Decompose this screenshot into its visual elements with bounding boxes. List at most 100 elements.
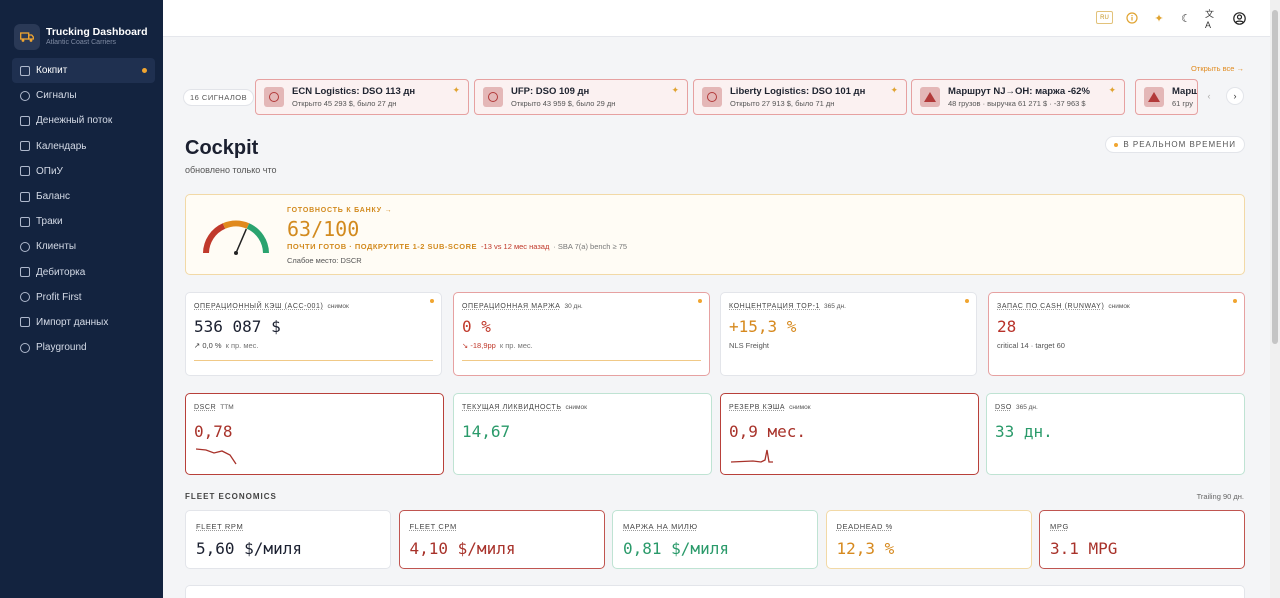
sidebar-item-balance[interactable]: Баланс (0, 184, 163, 209)
fleet-metric-label[interactable]: FLEET CPM (410, 522, 457, 531)
kpi-label[interactable]: ОПЕРАЦИОННАЯ МАРЖА 30 дн. (462, 303, 583, 310)
sparkle-icon[interactable]: ✦ (452, 85, 460, 96)
fleet-trailing-period: Trailing 90 дн. (1196, 492, 1244, 501)
bank-readiness-label[interactable]: ГОТОВНОСТЬ К БАНКУ → (287, 207, 392, 214)
activity-icon (20, 115, 30, 126)
kpi-tag: TTM (220, 404, 234, 411)
sidebar-item-cockpit[interactable]: Кокпит (12, 58, 155, 84)
fleet-metric-card[interactable]: DEADHEAD % 12,3 % (825, 510, 1032, 569)
topbar: RU ✦ ☾ 文A (163, 0, 1270, 37)
sidebar-item-pnl[interactable]: ОПиУ (0, 159, 163, 184)
sidebar-item-calendar[interactable]: Календарь (0, 134, 163, 159)
sidebar: Trucking Dashboard Atlantic Coast Carrie… (0, 0, 163, 598)
kpi-sparkline (196, 448, 237, 465)
kpi-label[interactable]: DSO 365 дн. (995, 404, 1038, 411)
sidebar-item-trucks[interactable]: Траки (0, 209, 163, 234)
kpi-label[interactable]: ТЕКУЩАЯ ЛИКВИДНОСТЬ снимок (462, 404, 587, 411)
brand[interactable]: Trucking Dashboard Atlantic Coast Carrie… (0, 0, 163, 58)
kpi-card[interactable]: ЗАПАС ПО CASH (RUNWAY) снимок 28 critical 1… (988, 292, 1245, 376)
scrollbar[interactable] (1270, 0, 1280, 598)
sparkle-icon[interactable]: ✦ (890, 85, 898, 96)
kpi-card[interactable]: DSCR TTM 0,78 (185, 393, 444, 475)
document-icon (20, 166, 30, 177)
main-content: Открыть все → 16 СИГНАЛОВ ECN Logistics:… (163, 37, 1270, 598)
kpi-label[interactable]: ОПЕРАЦИОННЫЙ КЭШ (ACC-001) снимок (194, 303, 349, 310)
truck-icon (14, 23, 40, 50)
kpi-label[interactable]: DSCR TTM (194, 404, 234, 411)
kpi-tag: снимок (789, 404, 811, 411)
fleet-metric-card[interactable]: FLEET CPM 4,10 $/миля (398, 510, 605, 569)
scrollbar-thumb[interactable] (1272, 10, 1278, 344)
sidebar-item-clients[interactable]: Клиенты (0, 234, 163, 259)
bank-readiness-card[interactable]: ГОТОВНОСТЬ К БАНКУ → 63/100 ПОЧТИ ГОТОВ … (185, 194, 1245, 275)
info-icon[interactable] (1125, 11, 1139, 25)
carousel-next-button[interactable]: › (1226, 87, 1244, 105)
kpi-sparkline (194, 360, 433, 361)
sidebar-item-cashflow[interactable]: Денежный поток (0, 108, 163, 133)
kpi-value: 33 дн. (995, 422, 1053, 441)
moon-icon[interactable]: ☾ (1179, 11, 1193, 25)
kpi-value: 536 087 $ (194, 317, 281, 336)
fleet-metric-value: 4,10 $/миля (409, 539, 516, 558)
signals-count-badge: 16 СИГНАЛОВ (183, 89, 255, 106)
kpi-card[interactable]: ОПЕРАЦИОННЫЙ КЭШ (ACC-001) снимок 536 087 … (185, 292, 442, 376)
fleet-metric-label[interactable]: MPG (1050, 522, 1069, 531)
fleet-metric-label[interactable]: МАРЖА НА МИЛЮ (623, 522, 698, 531)
signal-card[interactable]: Маршрут NJ→OH: маржа -62% 48 грузов · выр… (911, 79, 1125, 115)
sidebar-item-label: Баланс (36, 191, 71, 203)
realtime-badge: В РЕАЛЬНОМ ВРЕМЕНИ (1105, 136, 1245, 153)
signal-subtitle: Открыто 45 293 $, было 27 дн (292, 99, 397, 108)
kpi-card[interactable]: ОПЕРАЦИОННАЯ МАРЖА 30 дн. 0 % ↘ -18,9pp к пр… (453, 292, 710, 376)
kpi-card[interactable]: ТЕКУЩАЯ ЛИКВИДНОСТЬ снимок 14,67 (453, 393, 712, 475)
kpi-label[interactable]: КОНЦЕНТРАЦИЯ TOP-1 365 дн. (729, 303, 846, 310)
fleet-metric-label[interactable]: FLEET RPM (196, 522, 243, 531)
fleet-metric-card[interactable]: FLEET RPM 5,60 $/миля (185, 510, 391, 569)
sidebar-item-label: Импорт данных (36, 316, 109, 328)
sidebar-item-playground[interactable]: Playground (0, 335, 163, 360)
sidebar-item-label: Дебиторка (36, 266, 86, 278)
signal-card[interactable]: Марш 61 гру (1135, 79, 1198, 115)
kpi-value: 0,9 мес. (729, 422, 807, 441)
signal-subtitle: 61 гру (1172, 99, 1193, 108)
kpi-card[interactable]: DSO 365 дн. 33 дн. (986, 393, 1245, 475)
sidebar-item-label: Profit First (36, 291, 82, 303)
kpi-value: 14,67 (462, 422, 511, 441)
kpi-footnote: NLS Freight (729, 341, 770, 350)
sidebar-item-profit-first[interactable]: Profit First (0, 285, 163, 310)
user-icon[interactable] (1232, 11, 1246, 25)
signal-title: Маршрут NJ→OH: маржа -62% (948, 86, 1090, 97)
kpi-card[interactable]: РЕЗЕРВ КЭША снимок 0,9 мес. (720, 393, 979, 475)
signal-subtitle: Открыто 27 913 $, было 71 дн (730, 99, 835, 108)
kpi-tag: снимок (327, 303, 349, 310)
language-badge[interactable]: RU (1096, 11, 1113, 24)
clock-icon (702, 87, 722, 107)
translate-icon[interactable]: 文A (1205, 9, 1219, 30)
signal-card[interactable]: UFP: DSO 109 дн Открыто 43 959 $, было 29… (474, 79, 688, 115)
bank-readiness-status: ПОЧТИ ГОТОВ · ПОДКРУТИТЕ 1-2 SUB-SCORE -1… (287, 242, 628, 251)
kpi-label[interactable]: ЗАПАС ПО CASH (RUNWAY) снимок (997, 303, 1130, 310)
kpi-label[interactable]: РЕЗЕРВ КЭША снимок (729, 404, 811, 411)
fleet-metric-card[interactable]: MPG 3.1 MPG (1039, 510, 1245, 569)
sidebar-nav: Кокпит Сигналы Денежный поток Календарь … (0, 58, 163, 360)
sidebar-item-label: Денежный поток (36, 115, 113, 127)
sidebar-item-label: Сигналы (36, 90, 77, 102)
open-all-link[interactable]: Открыть все → (1191, 64, 1244, 73)
sparkle-icon[interactable]: ✦ (671, 85, 679, 96)
fleet-metric-value: 0,81 $/миля (623, 539, 729, 558)
signal-subtitle: 48 грузов · выручка 61 271 $ · -37 963 $ (948, 99, 1086, 108)
sparkle-icon[interactable]: ✦ (1108, 85, 1116, 96)
kpi-card[interactable]: КОНЦЕНТРАЦИЯ TOP-1 365 дн. +15,3 % NLS Frei… (720, 292, 977, 376)
carousel-prev-button[interactable]: ‹ (1200, 87, 1218, 105)
upload-icon (20, 317, 30, 328)
fleet-metric-value: 12,3 % (836, 539, 895, 558)
kpi-sparkline (462, 360, 701, 361)
sidebar-item-import[interactable]: Импорт данных (0, 310, 163, 335)
arrow-right-icon: → (384, 207, 393, 214)
signal-card[interactable]: ECN Logistics: DSO 113 дн Открыто 45 293 … (255, 79, 469, 115)
sidebar-item-receivables[interactable]: Дебиторка (0, 260, 163, 285)
fleet-metric-label[interactable]: DEADHEAD % (837, 522, 893, 531)
fleet-metric-card[interactable]: МАРЖА НА МИЛЮ 0,81 $/миля (612, 510, 818, 569)
sidebar-item-signals[interactable]: Сигналы (0, 83, 163, 108)
sparkle-icon[interactable]: ✦ (1152, 11, 1166, 25)
signal-card[interactable]: Liberty Logistics: DSO 101 дн Открыто 27 … (693, 79, 907, 115)
